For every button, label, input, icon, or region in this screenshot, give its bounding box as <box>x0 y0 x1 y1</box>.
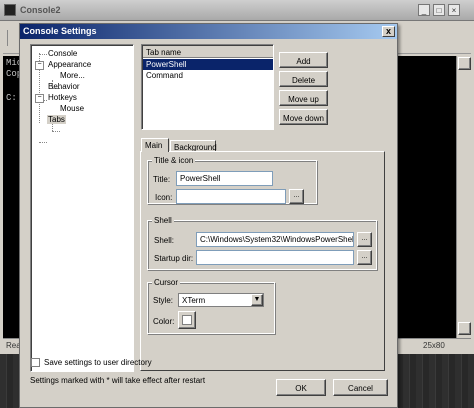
cursor-group: Cursor Style: XTerm ▼ Color: <box>147 278 275 334</box>
list-item-selected[interactable]: PowerShell <box>143 59 273 70</box>
list-header[interactable]: Tab name <box>143 46 273 58</box>
title-icon-group: Title & icon Title: PowerShell Icon: ... <box>147 156 317 204</box>
scroll-up-icon[interactable] <box>458 57 471 70</box>
group-legend: Title & icon <box>152 156 196 165</box>
tree-item-hotkeys[interactable]: Hotkeys <box>48 93 77 102</box>
minimize-icon[interactable]: _ <box>418 4 430 16</box>
tree-item-console[interactable]: Console <box>48 49 77 58</box>
footnote-text: Settings marked with * will take effect … <box>30 376 206 385</box>
add-button[interactable]: Add <box>279 52 328 68</box>
dialog-title: Console Settings <box>23 26 97 36</box>
console-scrollbar[interactable] <box>456 56 471 338</box>
browse-startup-button[interactable]: ... <box>357 250 372 265</box>
startup-dir-input[interactable] <box>196 250 354 265</box>
tree-connector <box>52 131 60 132</box>
console-line: C: <box>6 93 17 103</box>
startup-dir-label: Startup dir: <box>154 254 194 263</box>
tab-name-list[interactable]: Tab name PowerShell Command <box>141 44 274 130</box>
tree-item-mouse[interactable]: Mouse <box>60 104 84 113</box>
scroll-down-icon[interactable] <box>458 322 471 335</box>
title-input[interactable]: PowerShell <box>176 171 273 186</box>
tree-connector <box>39 142 47 143</box>
chevron-down-icon[interactable]: ▼ <box>251 294 263 306</box>
cancel-button[interactable]: Cancel <box>333 379 388 396</box>
list-header-tab-name: Tab name <box>146 48 182 57</box>
tree-item-tabs[interactable]: Tabs <box>47 115 66 124</box>
shell-label: Shell: <box>154 236 175 245</box>
settings-tree[interactable]: Console − Appearance More... Behavior − … <box>30 44 134 372</box>
shell-group: Shell Shell: C:\Windows\System32\Windows… <box>147 216 377 270</box>
cursor-color-button[interactable] <box>178 311 196 329</box>
maximize-icon[interactable]: □ <box>433 4 445 16</box>
move-up-button[interactable]: Move up <box>279 90 328 106</box>
browse-icon-button[interactable]: ... <box>289 189 304 204</box>
dialog-titlebar[interactable]: Console Settings x <box>20 24 397 39</box>
save-settings-label: Save settings to user directory <box>44 358 152 367</box>
console-app-icon <box>4 4 16 16</box>
title-label: Title: <box>153 175 171 184</box>
tree-item-more[interactable]: More... <box>60 71 85 80</box>
tree-connector <box>39 54 47 55</box>
color-swatch <box>182 315 192 325</box>
collapse-icon[interactable]: − <box>35 94 44 103</box>
color-label: Color: <box>153 317 175 326</box>
collapse-icon[interactable]: − <box>35 61 44 70</box>
tree-item-behavior[interactable]: Behavior <box>48 82 80 91</box>
tree-item-appearance[interactable]: Appearance <box>48 60 91 69</box>
dialog-close-button[interactable]: x <box>382 26 395 37</box>
tab-page-main: Title & icon Title: PowerShell Icon: ...… <box>140 151 385 371</box>
list-item-label: PowerShell <box>146 60 187 69</box>
list-item-label: Command <box>146 71 183 80</box>
icon-label: Icon: <box>155 193 173 202</box>
shell-input[interactable]: C:\Windows\System32\WindowsPowerShell <box>196 232 354 247</box>
console-size: 25x80 <box>423 341 445 350</box>
list-item[interactable]: Command <box>143 70 273 81</box>
style-select[interactable]: XTerm ▼ <box>178 293 264 307</box>
delete-button[interactable]: Delete <box>279 71 328 87</box>
console2-title: Console2 <box>20 5 61 15</box>
ok-button[interactable]: OK <box>276 379 326 396</box>
move-down-button[interactable]: Move down <box>279 109 328 125</box>
close-icon[interactable]: × <box>448 4 460 16</box>
icon-input[interactable] <box>176 189 286 204</box>
group-legend: Shell <box>152 216 174 225</box>
tab-main[interactable]: Main <box>141 138 169 152</box>
browse-shell-button[interactable]: ... <box>357 232 372 247</box>
console2-titlebar[interactable]: Console2 _ □ × <box>0 0 474 21</box>
console-settings-dialog: Console Settings x Console − Appearance … <box>19 23 398 408</box>
group-legend: Cursor <box>152 278 181 287</box>
save-settings-checkbox[interactable] <box>31 358 40 367</box>
toolbar-separator <box>7 30 8 46</box>
style-label: Style: <box>153 296 174 305</box>
